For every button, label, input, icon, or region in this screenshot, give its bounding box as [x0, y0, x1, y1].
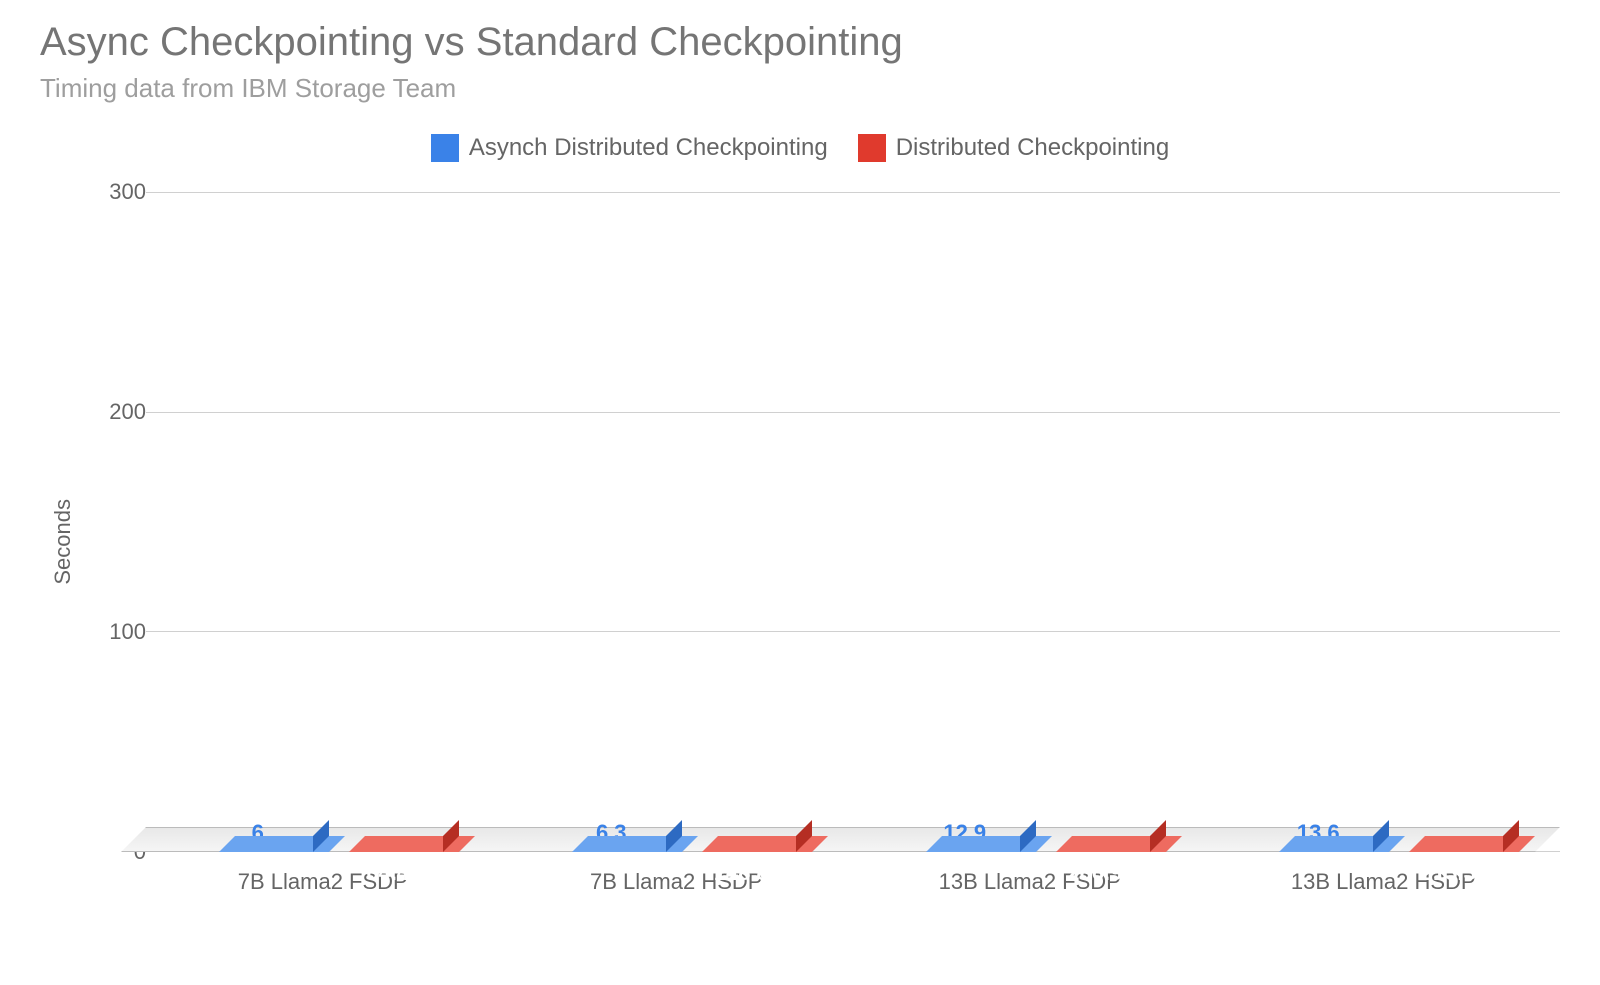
chart-title: Async Checkpointing vs Standard Checkpoi…	[40, 20, 1560, 65]
bar: 13.6	[1263, 820, 1373, 852]
bar: 12.9	[910, 820, 1020, 852]
bar: 6	[203, 820, 313, 852]
bar-value-label: 148.8	[714, 860, 769, 886]
chart-area: Seconds 300 200 100 0 664.46.3148.812.92…	[40, 182, 1560, 902]
legend-label: Distributed Checkpointing	[896, 134, 1169, 162]
y-axis: 300 200 100 0	[86, 182, 146, 902]
bars-container: 664.46.3148.812.9266.913.6213.3	[146, 192, 1560, 852]
bar-group: 6.3148.8	[514, 192, 839, 852]
bar-value-label: 213.3	[1421, 860, 1476, 886]
x-tick-label: 7B Llama2 HSDP	[514, 869, 839, 895]
legend-swatch-icon	[431, 134, 459, 162]
bar-group: 664.4	[160, 192, 485, 852]
bar-group: 13.6213.3	[1221, 192, 1546, 852]
x-tick-label: 7B Llama2 FSDP	[160, 869, 485, 895]
bar-group: 12.9266.9	[867, 192, 1192, 852]
bar-value-label: 266.9	[1067, 860, 1122, 886]
legend-label: Asynch Distributed Checkpointing	[469, 134, 828, 162]
x-tick-label: 13B Llama2 HSDP	[1221, 869, 1546, 895]
bar: 6.3	[556, 820, 666, 852]
bar-value-label: 64.4	[366, 860, 409, 886]
plot-area: 664.46.3148.812.9266.913.6213.3 7B Llama…	[146, 182, 1560, 902]
legend: Asynch Distributed Checkpointing Distrib…	[40, 134, 1560, 162]
legend-item-standard: Distributed Checkpointing	[858, 134, 1169, 162]
x-axis: 7B Llama2 FSDP 7B Llama2 HSDP 13B Llama2…	[146, 862, 1560, 902]
legend-item-async: Asynch Distributed Checkpointing	[431, 134, 828, 162]
x-tick-label: 13B Llama2 FSDP	[867, 869, 1192, 895]
y-axis-label: Seconds	[40, 499, 76, 585]
legend-swatch-icon	[858, 134, 886, 162]
chart-subtitle: Timing data from IBM Storage Team	[40, 73, 1560, 104]
